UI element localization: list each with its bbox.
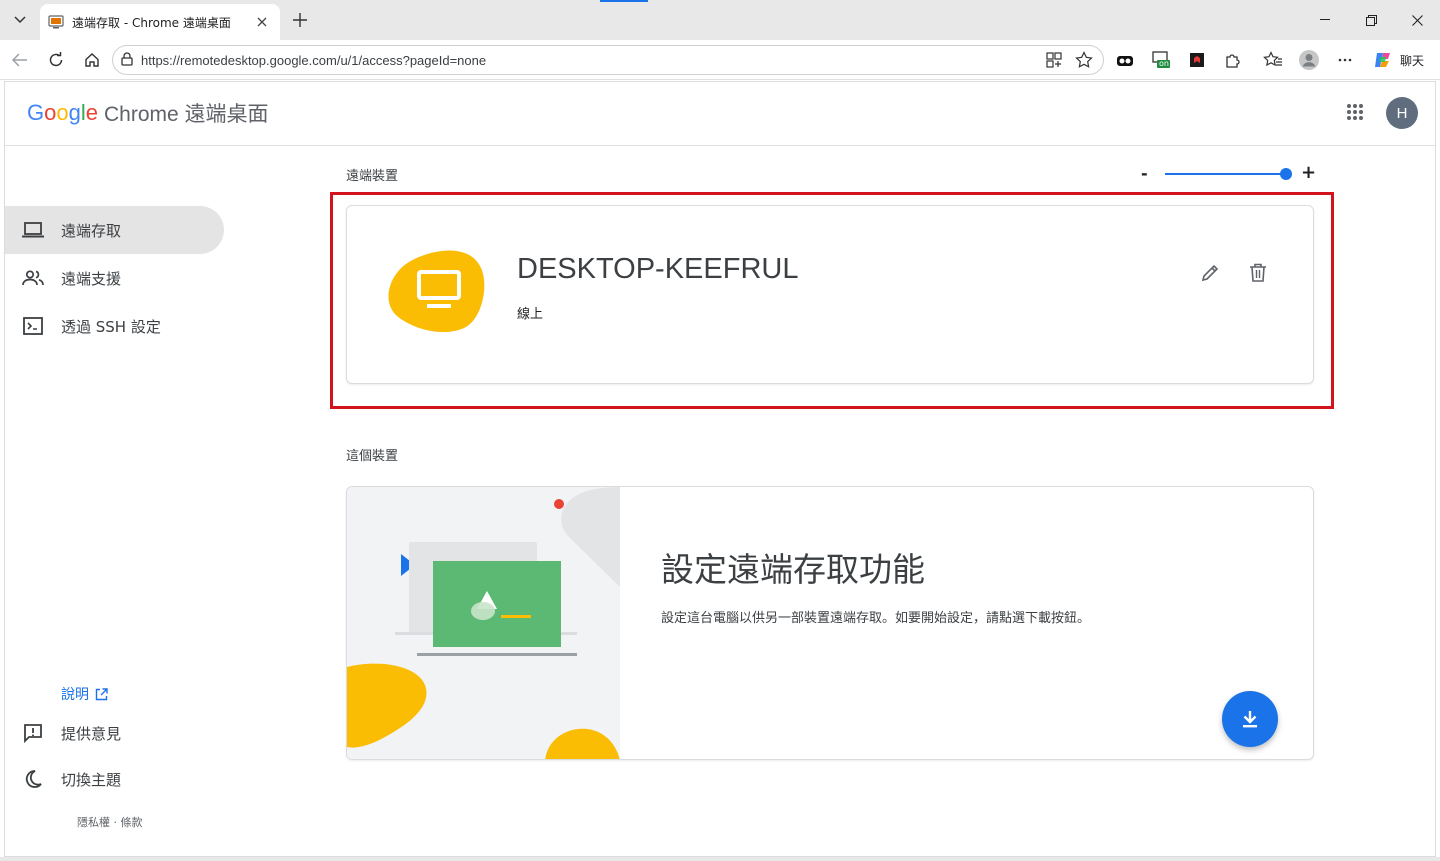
reload-button[interactable] <box>42 46 70 74</box>
google-wordmark-letter: G <box>27 100 45 125</box>
extension-glasses-icon[interactable] <box>1113 48 1137 72</box>
close-tab-icon[interactable] <box>252 12 272 32</box>
zoom-out-button[interactable]: - <box>1141 164 1148 183</box>
zoom-in-button[interactable]: + <box>1301 162 1316 183</box>
home-button[interactable] <box>78 46 106 74</box>
download-icon <box>1243 711 1257 728</box>
app-window: Google Chrome 遠端桌面 H 遠端存取 遠端支援 透過 SSH 設定 <box>4 81 1436 857</box>
tab-strip-accent <box>600 0 648 2</box>
remote-desktop-favicon-icon <box>48 14 64 30</box>
apps-grid-icon <box>1347 104 1363 120</box>
setup-illustration <box>347 487 620 759</box>
home-icon <box>85 53 99 67</box>
footer-links[interactable]: 隱私權 · 條款 <box>77 814 143 830</box>
app-header: Google Chrome 遠端桌面 H <box>5 82 1435 146</box>
zoom-slider-handle[interactable] <box>1280 168 1292 180</box>
copilot-chat-button[interactable]: 聊天 <box>1368 46 1434 74</box>
sidebar-item-label: 遠端存取 <box>61 221 122 240</box>
minimize-icon <box>1320 19 1330 20</box>
sidebar-item-label: 提供意見 <box>61 724 122 743</box>
extension-red-icon[interactable] <box>1185 48 1209 72</box>
browser-toolbar: https://remotedesktop.google.com/u/1/acc… <box>0 40 1440 80</box>
copilot-icon <box>1375 53 1390 67</box>
minimize-button[interactable] <box>1302 0 1348 40</box>
close-window-button[interactable] <box>1394 0 1440 40</box>
app-available-icon[interactable] <box>1043 49 1065 71</box>
product-logo[interactable]: Google Chrome 遠端桌面 <box>27 98 269 128</box>
tab-strip: 遠端存取 - Chrome 遠端桌面 <box>0 0 1440 40</box>
plus-icon <box>293 13 307 27</box>
external-link-icon <box>95 687 108 701</box>
account-avatar[interactable]: H <box>1386 97 1418 129</box>
restore-button[interactable] <box>1348 0 1394 40</box>
tab-title: 遠端存取 - Chrome 遠端桌面 <box>72 15 231 30</box>
moon-icon <box>21 767 45 791</box>
google-wordmark-letter: o <box>56 100 69 125</box>
delete-device-button[interactable] <box>1245 260 1271 286</box>
sidebar-item-label: 切換主題 <box>61 770 122 789</box>
close-icon <box>1411 14 1423 26</box>
device-name: DESKTOP-KEEFRUL <box>517 253 799 285</box>
new-tab-button[interactable] <box>288 8 312 32</box>
google-wordmark-letter: e <box>85 100 99 125</box>
google-wordmark-letter: o <box>44 100 57 125</box>
setup-title: 設定遠端存取功能 <box>661 550 925 589</box>
sidebar-item-label: 遠端支援 <box>61 269 122 288</box>
restore-icon <box>1365 14 1377 26</box>
sidebar-item-label: 透過 SSH 設定 <box>61 317 161 336</box>
google-wordmark-letter: g <box>68 100 81 125</box>
device-card[interactable]: DESKTOP-KEEFRUL 線上 <box>346 205 1314 384</box>
extensions-puzzle-icon[interactable] <box>1221 48 1245 72</box>
more-options-icon[interactable] <box>1333 48 1357 72</box>
help-link-label: 說明 <box>61 687 89 703</box>
google-wordmark: Google <box>27 100 98 126</box>
this-device-heading: 這個裝置 <box>346 449 399 464</box>
trash-icon <box>1250 263 1266 282</box>
window-bottom-edge <box>0 857 1440 861</box>
back-button[interactable] <box>6 46 34 74</box>
back-arrow-icon <box>12 53 27 67</box>
people-icon <box>21 266 45 290</box>
favorites-icon[interactable] <box>1261 48 1285 72</box>
address-bar[interactable]: https://remotedesktop.google.com/u/1/acc… <box>112 45 1104 75</box>
terminal-icon <box>21 314 45 338</box>
lock-icon[interactable] <box>121 51 133 70</box>
pencil-icon <box>1201 264 1219 282</box>
feedback-icon <box>21 721 45 745</box>
setup-description: 設定這台電腦以供另一部裝置遠端存取。如要開始設定，請點選下載按鈕。 <box>661 611 1091 626</box>
download-button[interactable] <box>1222 691 1278 747</box>
product-name: Chrome 遠端桌面 <box>104 103 269 126</box>
favorite-star-icon[interactable] <box>1073 49 1095 71</box>
sidebar-item-remote-support[interactable]: 遠端支援 <box>5 254 224 302</box>
rename-device-button[interactable] <box>1197 260 1223 286</box>
computer-monitor-icon <box>388 250 485 332</box>
chevron-down-icon <box>14 16 26 24</box>
tab-list-button[interactable] <box>6 7 34 33</box>
remote-devices-heading: 遠端裝置 <box>346 169 399 184</box>
sidebar-item-feedback[interactable]: 提供意見 <box>5 709 224 757</box>
setup-card: 設定遠端存取功能 設定這台電腦以供另一部裝置遠端存取。如要開始設定，請點選下載按… <box>346 486 1314 760</box>
copilot-label: 聊天 <box>1400 53 1425 68</box>
google-apps-button[interactable] <box>1341 98 1369 126</box>
zoom-slider-track[interactable] <box>1165 173 1285 175</box>
sidebar-item-remote-access[interactable]: 遠端存取 <box>5 206 224 254</box>
help-link[interactable]: 說明 <box>61 684 108 704</box>
sidebar-item-ssh-setup[interactable]: 透過 SSH 設定 <box>5 302 224 350</box>
device-status: 線上 <box>517 307 544 322</box>
browser-tab[interactable]: 遠端存取 - Chrome 遠端桌面 <box>40 4 280 40</box>
url-text[interactable]: https://remotedesktop.google.com/u/1/acc… <box>141 53 1035 68</box>
reload-icon <box>49 52 63 67</box>
profile-avatar-icon[interactable] <box>1297 48 1321 72</box>
sidebar-item-switch-theme[interactable]: 切換主題 <box>5 755 224 803</box>
extension-on-badge: on <box>1159 59 1169 68</box>
laptop-icon <box>21 218 45 242</box>
extension-on-icon[interactable]: on <box>1149 48 1173 72</box>
